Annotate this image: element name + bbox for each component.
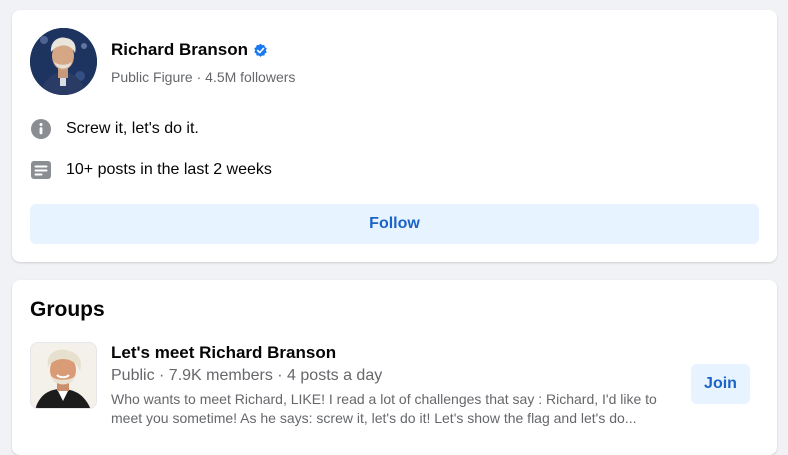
group-photo [31, 343, 96, 408]
avatar-photo [30, 28, 97, 95]
groups-heading: Groups [30, 298, 105, 321]
verified-badge-icon [254, 43, 267, 57]
group-meta: Public · 7.9K members · 4 posts a day [111, 367, 383, 384]
groups-card: Groups Let's meet Richard Branson Public… [12, 280, 777, 455]
profile-name-row: Richard Branson [111, 40, 268, 60]
posts-icon [31, 161, 51, 179]
follow-button[interactable]: Follow [30, 204, 759, 244]
group-description: Who wants to meet Richard, LIKE! I read … [111, 391, 657, 426]
group-name-link[interactable]: Let's meet Richard Branson [111, 343, 336, 363]
intro-text: Screw it, let's do it. [66, 120, 199, 137]
info-icon [31, 119, 51, 139]
join-group-button[interactable]: Join [691, 364, 750, 404]
profile-avatar[interactable] [30, 28, 97, 95]
profile-subtitle: Public Figure · 4.5M followers [111, 69, 296, 85]
info-row-posts: 10+ posts in the last 2 weeks [30, 159, 272, 181]
group-thumbnail[interactable] [30, 342, 97, 409]
profile-card: Richard Branson Public Figure · 4.5M fol… [12, 10, 777, 262]
info-row-intro: Screw it, let's do it. [30, 118, 199, 140]
profile-name[interactable]: Richard Branson [111, 40, 248, 60]
posts-activity-text: 10+ posts in the last 2 weeks [66, 161, 272, 178]
